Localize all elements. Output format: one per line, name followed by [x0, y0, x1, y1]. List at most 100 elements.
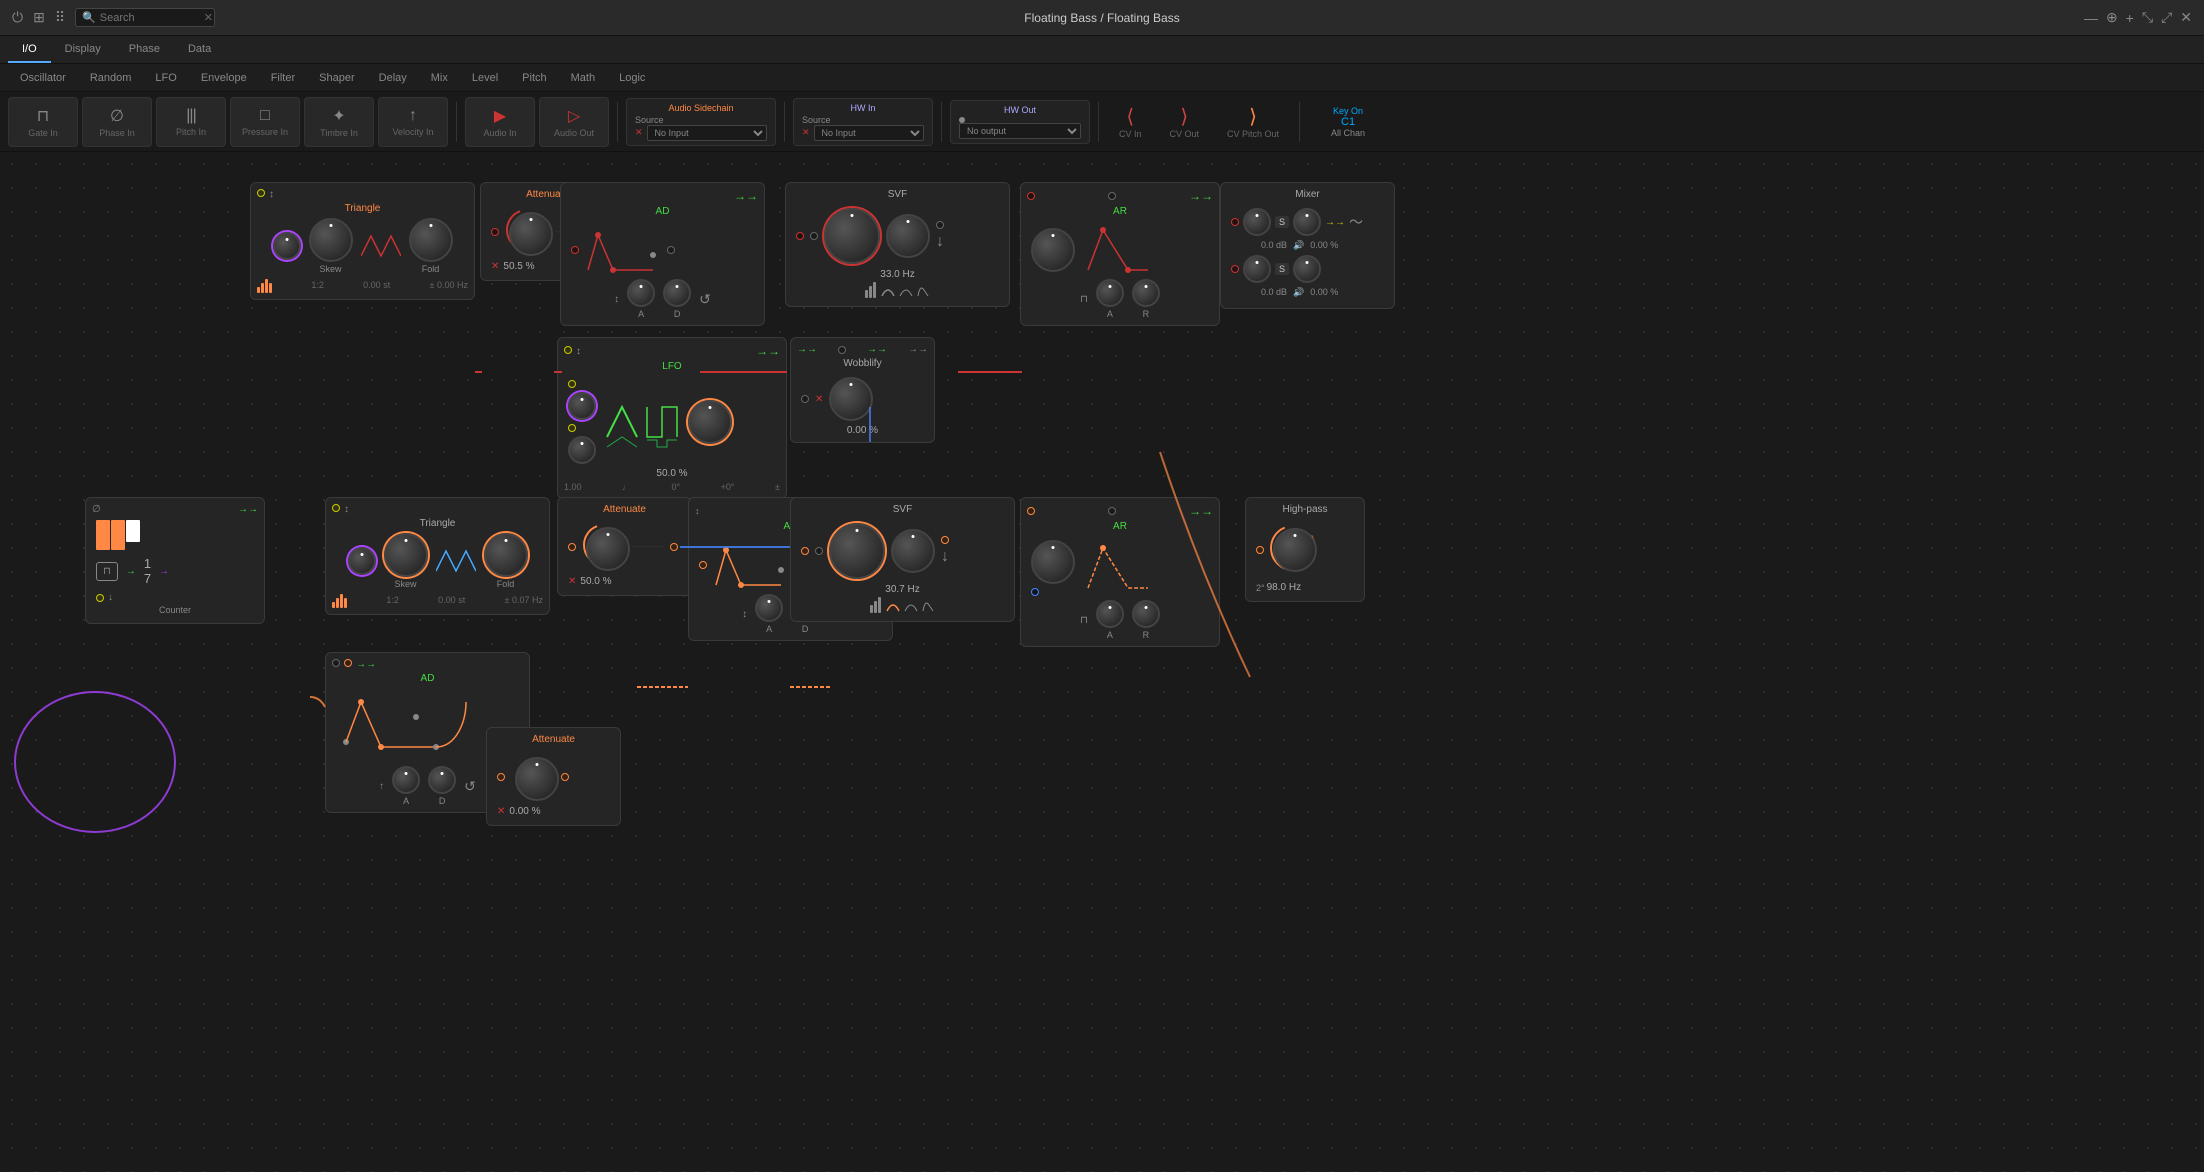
tab-display[interactable]: Display: [51, 36, 115, 63]
ar-1-a-knob[interactable]: [1096, 279, 1124, 307]
io-gate-in[interactable]: ⊓ Gate In: [8, 97, 78, 147]
counter-yellow-port[interactable]: [96, 594, 104, 602]
io-audio-out[interactable]: ▷ Audio Out: [539, 97, 609, 147]
svf-2-main-knob[interactable]: [829, 523, 885, 579]
lfo-1-main-knob[interactable]: [688, 400, 732, 444]
triangle-1-small-knob[interactable]: [273, 232, 301, 260]
triangle-2-small-knob[interactable]: [348, 547, 376, 575]
subnav-logic[interactable]: Logic: [607, 64, 657, 91]
minimize-icon[interactable]: —: [2084, 10, 2098, 26]
high-pass-in-port[interactable]: [1256, 546, 1264, 554]
triangle-2-port-yellow[interactable]: [332, 504, 340, 512]
ar-1-port-2[interactable]: [1108, 192, 1116, 200]
svf-1-out-port[interactable]: [936, 221, 944, 229]
triangle-2-skew-knob[interactable]: [384, 533, 428, 577]
audio-sidechain-select[interactable]: No Input: [647, 125, 767, 141]
ar-1-in-port[interactable]: [1027, 192, 1035, 200]
mixer-ch2-pan[interactable]: [1293, 255, 1321, 283]
ad-3-out-port-1[interactable]: [344, 659, 352, 667]
ad-2-a-knob[interactable]: [755, 594, 783, 622]
subnav-random[interactable]: Random: [78, 64, 144, 91]
cv-pitch-out-module[interactable]: ⟩ CV Pitch Out: [1215, 97, 1291, 147]
attenuate-1-knob[interactable]: [509, 212, 553, 256]
svf-1-in-port-1[interactable]: [796, 232, 804, 240]
grid-small-icon[interactable]: ⊞: [33, 9, 45, 26]
svf-2-res-knob[interactable]: [891, 529, 935, 573]
cv-out-module[interactable]: ⟩ CV Out: [1158, 97, 1212, 147]
svf-1-main-knob[interactable]: [824, 208, 880, 264]
ar-2-knob-1[interactable]: [1031, 540, 1075, 584]
mixer-ch1-pan[interactable]: [1293, 208, 1321, 236]
ad-1-a-knob[interactable]: [627, 279, 655, 307]
ad-1-in-port[interactable]: [571, 246, 579, 254]
ar-2-blue-port[interactable]: [1031, 588, 1039, 596]
ad-2-in-port[interactable]: [699, 561, 707, 569]
subnav-shaper[interactable]: Shaper: [307, 64, 366, 91]
hw-in-select[interactable]: No Input: [814, 125, 924, 141]
mixer-ch1-in[interactable]: [1231, 218, 1239, 226]
search-input[interactable]: [100, 12, 200, 24]
attenuate-1-in-port[interactable]: [491, 228, 499, 236]
ad-3-d-knob[interactable]: [428, 766, 456, 794]
triangle-1-skew-knob[interactable]: [309, 218, 353, 262]
subnav-oscillator[interactable]: Oscillator: [8, 64, 78, 91]
lfo-1-port1[interactable]: [568, 380, 576, 388]
attenuate-2-out-port[interactable]: [670, 543, 678, 551]
subnav-math[interactable]: Math: [559, 64, 607, 91]
expand-icon[interactable]: +: [2126, 10, 2134, 26]
cv-in-module[interactable]: ⟨ CV In: [1107, 97, 1154, 147]
io-pitch-in[interactable]: ||| Pitch In: [156, 97, 226, 147]
ad-3-in-port-1[interactable]: [332, 659, 340, 667]
subnav-envelope[interactable]: Envelope: [189, 64, 259, 91]
hw-out-select[interactable]: No output: [959, 123, 1081, 139]
fullscreen-icon[interactable]: ⤡: [2142, 9, 2153, 26]
lfo-1-knob2[interactable]: [568, 436, 596, 464]
tab-io[interactable]: I/O: [8, 36, 51, 63]
mixer-ch1-s[interactable]: S: [1275, 216, 1289, 228]
search-clear-icon[interactable]: ✕: [204, 11, 213, 24]
close-icon[interactable]: ✕: [2180, 9, 2192, 26]
subnav-pitch[interactable]: Pitch: [510, 64, 558, 91]
wobblify-knob[interactable]: [829, 377, 873, 421]
attenuate-3-knob[interactable]: [515, 757, 559, 801]
key-on-section[interactable]: Key On C1 All Chan: [1308, 102, 1388, 142]
triangle-1-fold-knob[interactable]: [409, 218, 453, 262]
wobblify-x-port[interactable]: [801, 395, 809, 403]
tab-phase[interactable]: Phase: [115, 36, 174, 63]
subnav-level[interactable]: Level: [460, 64, 510, 91]
lfo-1-yellow-port[interactable]: [564, 346, 572, 354]
ad-1-out-port[interactable]: [667, 246, 675, 254]
ar-2-in-port[interactable]: [1027, 507, 1035, 515]
popout-icon[interactable]: ⤢: [2161, 9, 2172, 26]
attenuate-2-in-port[interactable]: [568, 543, 576, 551]
attenuate-3-out-port[interactable]: [561, 773, 569, 781]
ar-1-knob-1[interactable]: [1031, 228, 1075, 272]
io-audio-in[interactable]: ▶ Audio In: [465, 97, 535, 147]
subnav-lfo[interactable]: LFO: [143, 64, 188, 91]
subnav-delay[interactable]: Delay: [367, 64, 419, 91]
attenuate-3-in-port[interactable]: [497, 773, 505, 781]
search-box[interactable]: 🔍 ✕: [75, 8, 215, 27]
ar-2-port-2[interactable]: [1108, 507, 1116, 515]
ad-1-d-knob[interactable]: [663, 279, 691, 307]
svf-2-out-port[interactable]: [941, 536, 949, 544]
io-phase-in[interactable]: ∅ Phase In: [82, 97, 152, 147]
ad-3-a-knob[interactable]: [392, 766, 420, 794]
triangle-2-fold-knob[interactable]: [484, 533, 528, 577]
high-pass-knob[interactable]: [1273, 528, 1317, 572]
svf-1-res-knob[interactable]: [886, 214, 930, 258]
tab-data[interactable]: Data: [174, 36, 225, 63]
subnav-mix[interactable]: Mix: [419, 64, 460, 91]
mixer-ch2-in[interactable]: [1231, 265, 1239, 273]
io-pressure-in[interactable]: □ Pressure In: [230, 97, 300, 147]
power-icon[interactable]: ⏻: [12, 9, 23, 26]
lfo-1-port2[interactable]: [568, 424, 576, 432]
grid-large-icon[interactable]: ⠿: [55, 9, 65, 26]
ar-1-r-knob[interactable]: [1132, 279, 1160, 307]
lfo-1-small-knob[interactable]: [568, 392, 596, 420]
hw-out-select-row[interactable]: No output: [959, 123, 1081, 139]
zoom-icon[interactable]: ⊕: [2106, 9, 2118, 26]
svf-1-in-port-2[interactable]: [810, 232, 818, 240]
io-timbre-in[interactable]: ✦ Timbre In: [304, 97, 374, 147]
mixer-ch2-s[interactable]: S: [1275, 263, 1289, 275]
